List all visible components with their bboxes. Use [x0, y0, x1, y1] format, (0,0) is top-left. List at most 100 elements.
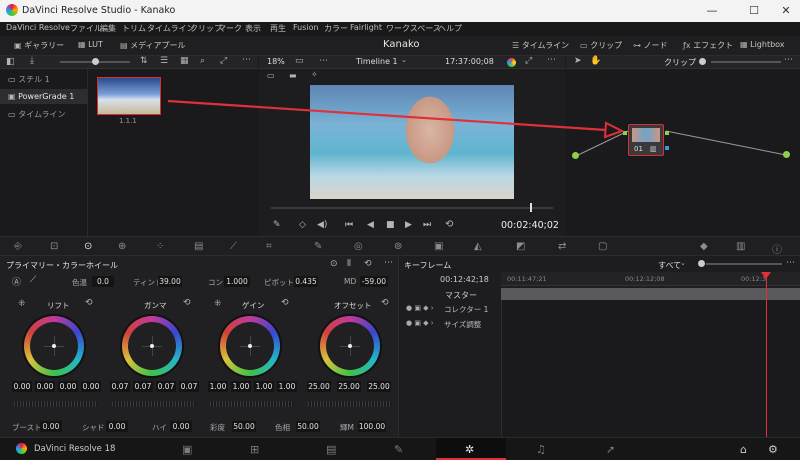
gain-crosshair-icon[interactable]: ⁜	[214, 299, 222, 309]
scrub-handle[interactable]	[530, 203, 532, 212]
gallery-still-thumbnail[interactable]	[97, 77, 161, 115]
gamma-reset-icon[interactable]: ⟲	[183, 298, 191, 308]
node-zoom-handle[interactable]	[699, 58, 706, 65]
maximize-button[interactable]: ☐	[742, 3, 766, 19]
lift-master-slider[interactable]	[14, 401, 98, 407]
output-node[interactable]	[783, 151, 790, 158]
gallery-button[interactable]: ▣ ギャラリー	[14, 40, 64, 51]
motion-effects-icon[interactable]: ▤	[194, 241, 203, 252]
offset-g-value[interactable]: 25.00	[337, 381, 361, 392]
menu-workspace[interactable]: ワークスペース	[386, 23, 441, 34]
edit-page-icon[interactable]: ▤	[326, 443, 336, 456]
qualifier-icon[interactable]: ✎	[314, 241, 322, 252]
slider-handle[interactable]	[92, 58, 99, 65]
curves-icon[interactable]: ⟋	[230, 241, 237, 252]
eyedropper-icon[interactable]: ✎	[273, 220, 281, 230]
offset-r-value[interactable]: 25.00	[307, 381, 331, 392]
reset-icon[interactable]: ⟲	[364, 259, 372, 269]
blur-icon[interactable]: ◭	[474, 241, 482, 252]
color-page-tab[interactable]: ✲	[436, 438, 506, 460]
magic-mask-tool-icon[interactable]: ▣	[434, 241, 443, 252]
step-back-icon[interactable]: ◀	[367, 220, 374, 230]
play-icon[interactable]: ▶	[405, 220, 412, 230]
menu-view[interactable]: 表示	[245, 23, 261, 34]
gain-y-value[interactable]: 1.00	[208, 381, 228, 392]
scopes-icon[interactable]: ▥	[736, 241, 745, 252]
effects-button[interactable]: ƒx エフェクト	[683, 40, 733, 51]
sidebar-item-powergrade[interactable]: ▣ PowerGrade 1	[0, 89, 88, 104]
menu-help[interactable]: ヘルプ	[438, 23, 462, 34]
node-button[interactable]: ⊶ ノード	[633, 40, 668, 51]
auto-balance-icon[interactable]: Ⓐ	[12, 275, 21, 288]
hue-field[interactable]: 50.00	[296, 421, 320, 432]
playhead-marker[interactable]	[761, 272, 771, 279]
lift-r-value[interactable]: 0.00	[35, 381, 55, 392]
deliver-page-icon[interactable]: ➚	[606, 443, 615, 456]
timeline-button[interactable]: ☰ タイムライン	[512, 40, 569, 51]
gain-wheel[interactable]	[220, 316, 280, 376]
clip-button[interactable]: ▭ クリップ	[580, 40, 622, 51]
lift-wheel[interactable]	[24, 316, 84, 376]
3d-icon[interactable]: ▢	[598, 241, 607, 252]
home-icon[interactable]: ⌂	[740, 443, 747, 456]
fullscreen-viewer-icon[interactable]: ⤢	[525, 56, 532, 66]
lum-mix-field[interactable]: 100.00	[358, 421, 386, 432]
lightbox-tool-icon[interactable]: ◆	[700, 241, 708, 252]
rgb-mixer-icon[interactable]: ⁘	[156, 241, 164, 252]
pivot-field[interactable]: 0.435	[294, 276, 318, 287]
scrub-bar[interactable]	[271, 207, 553, 209]
lut-button[interactable]: ▦ LUT	[78, 40, 103, 49]
menu-file[interactable]: ファイル	[70, 23, 102, 34]
gamma-b-value[interactable]: 0.07	[179, 381, 199, 392]
keyframe-area[interactable]	[501, 300, 800, 437]
menu-playback[interactable]: 再生	[270, 23, 286, 34]
gain-b-value[interactable]: 1.00	[277, 381, 297, 392]
color-match-icon[interactable]: ⊡	[50, 241, 58, 252]
lift-crosshair-icon[interactable]: ⁜	[18, 299, 26, 309]
more-options-icon[interactable]: ⋯	[242, 55, 251, 65]
mediapool-button[interactable]: ▤ メディアプール	[120, 40, 186, 51]
color-warper-icon[interactable]: ⌗	[266, 241, 272, 252]
menu-timeline[interactable]: タイムライン	[147, 23, 194, 34]
sidebar-toggle-icon[interactable]: ◧	[6, 57, 15, 67]
timeline-selector[interactable]: Timeline 1	[356, 57, 398, 66]
menu-mark[interactable]: マーク	[218, 23, 242, 34]
gamma-r-value[interactable]: 0.07	[133, 381, 153, 392]
offset-reset-icon[interactable]: ⟲	[381, 298, 389, 308]
picker-icon[interactable]: ⟋	[30, 275, 36, 285]
list-view-icon[interactable]: ☰	[160, 56, 168, 66]
gamma-wheel[interactable]	[122, 316, 182, 376]
split-icon[interactable]: ▬	[289, 71, 297, 80]
viewer-options-icon[interactable]: ⋯	[319, 56, 328, 66]
wheels-mode-icon[interactable]: ⊙	[330, 259, 338, 269]
color-chart-icon[interactable]	[507, 58, 516, 67]
hdr-wheels-icon[interactable]: ⊕	[118, 241, 126, 252]
lift-g-value[interactable]: 0.00	[58, 381, 78, 392]
playhead-line[interactable]	[766, 273, 767, 437]
sizing-icon[interactable]: ⇄	[558, 241, 566, 252]
source-input-node[interactable]	[572, 152, 579, 159]
fullscreen-icon[interactable]: ⤢	[220, 56, 227, 66]
lift-y-value[interactable]: 0.00	[12, 381, 32, 392]
shadow-field[interactable]: 0.00	[106, 421, 128, 432]
track-controls-icon[interactable]: ● ▣ ◆ ›	[406, 304, 434, 312]
menu-trim[interactable]: トリム	[122, 23, 146, 34]
gain-master-slider[interactable]	[210, 401, 294, 407]
media-page-icon[interactable]: ▣	[182, 443, 192, 456]
cut-page-icon[interactable]: ⊞	[250, 443, 259, 456]
window-icon[interactable]: ◎	[354, 241, 363, 252]
temp-field[interactable]: 0.0	[92, 276, 114, 287]
md-field[interactable]: -59.00	[360, 276, 388, 287]
sidebar-item-timeline[interactable]: ▭ タイムライン	[8, 109, 66, 120]
minimize-button[interactable]: —	[700, 3, 724, 19]
lift-b-value[interactable]: 0.00	[81, 381, 101, 392]
bars-mode-icon[interactable]: ⦀	[347, 259, 351, 269]
keyframe-ruler[interactable]: 00:11:47;21 00:12:12;08 00:12:3	[501, 272, 800, 286]
panel-more-icon[interactable]: ⋯	[384, 258, 393, 268]
node-more-icon[interactable]: ⋯	[784, 55, 793, 65]
highlight-field[interactable]: 0.00	[170, 421, 192, 432]
grab-still-icon[interactable]: ⤓	[30, 56, 34, 66]
tint-field[interactable]: 39.00	[158, 276, 182, 287]
menu-davinci[interactable]: DaVinci Resolve	[6, 23, 70, 32]
loop-icon[interactable]: ⟲	[445, 219, 453, 230]
